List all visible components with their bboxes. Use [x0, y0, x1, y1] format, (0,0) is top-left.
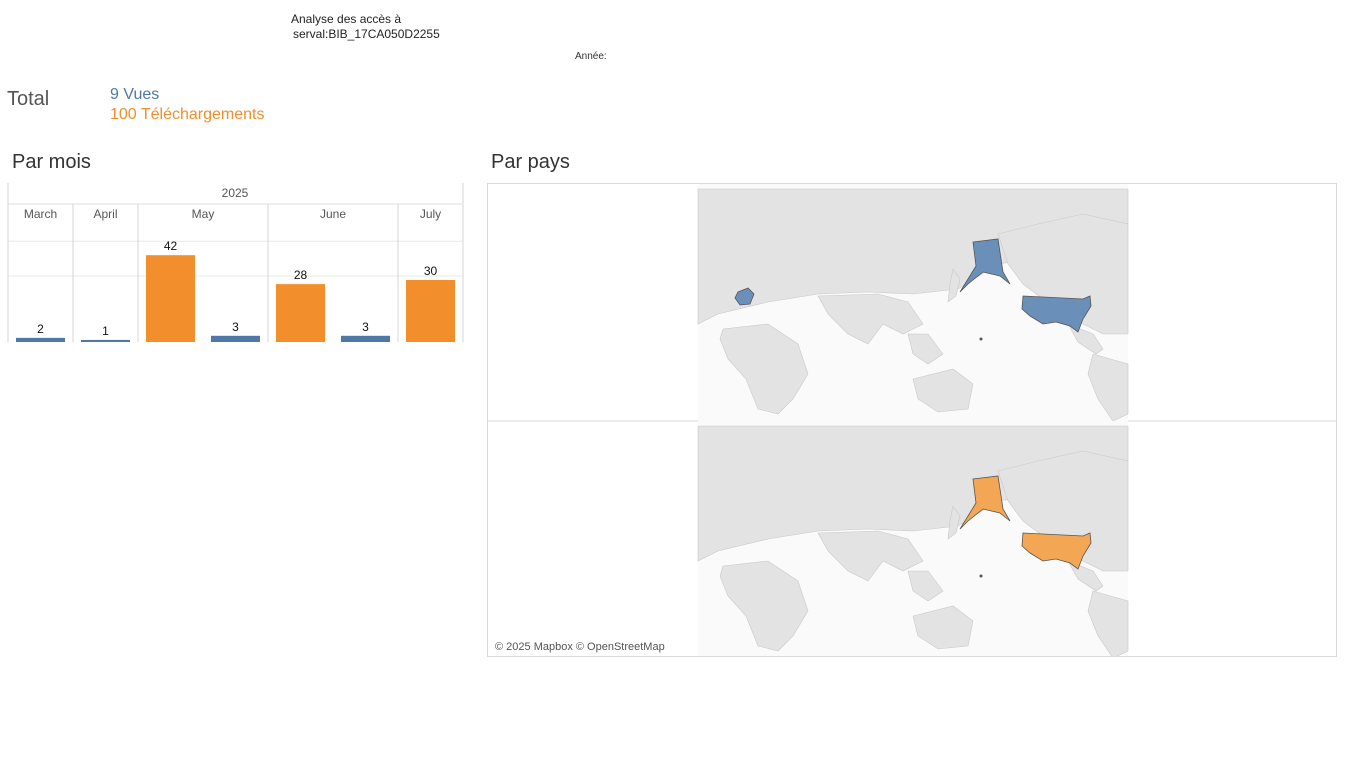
- page-title: Analyse des accès à serval:BIB_17CA050D2…: [291, 12, 440, 42]
- total-label: Total: [7, 88, 50, 110]
- map-attribution[interactable]: © 2025 Mapbox © OpenStreetMap: [495, 641, 665, 653]
- total-views-label: Vues: [123, 86, 160, 103]
- total-views-count: 9: [110, 86, 119, 103]
- country-maps[interactable]: [487, 183, 1337, 657]
- section-title-by-month: Par mois: [12, 151, 91, 173]
- month-label-may: May: [192, 207, 215, 221]
- data-label: 3: [232, 320, 239, 334]
- year-filter-label[interactable]: Année:: [575, 51, 607, 62]
- bar-downloads-june[interactable]: [276, 284, 325, 342]
- total-downloads: 100 Téléchargements: [110, 106, 264, 124]
- total-downloads-count: 100: [110, 106, 137, 123]
- map-panel-views[interactable]: [697, 184, 1129, 422]
- bar-views-june[interactable]: [341, 335, 390, 342]
- month-label-april: April: [93, 207, 117, 221]
- total-downloads-label: Téléchargements: [140, 106, 265, 123]
- country-map-svg[interactable]: [488, 184, 1337, 657]
- country-hawaii[interactable]: [979, 337, 983, 341]
- map-panel-downloads[interactable]: [697, 421, 1129, 657]
- data-label: 3: [362, 320, 369, 334]
- data-label: 1: [102, 324, 109, 338]
- page-title-line1: Analyse des accès à: [291, 12, 402, 26]
- world-map: [697, 184, 1129, 422]
- section-title-by-country: Par pays: [491, 151, 570, 173]
- world-map: [697, 421, 1129, 656]
- country-hawaii[interactable]: [979, 574, 983, 578]
- month-label-march: March: [24, 207, 57, 221]
- data-label: 28: [294, 268, 308, 282]
- data-label: 30: [424, 264, 438, 278]
- bar-views-may[interactable]: [211, 335, 260, 342]
- bar-views-april[interactable]: [81, 339, 130, 342]
- bar-downloads-july[interactable]: [406, 280, 455, 342]
- month-label-july: July: [420, 207, 441, 221]
- total-views: 9 Vues: [110, 86, 159, 104]
- bar-downloads-may[interactable]: [146, 255, 195, 342]
- page-title-line2: serval:BIB_17CA050D2255: [293, 27, 440, 41]
- year-header: 2025: [222, 186, 249, 200]
- month-label-june: June: [320, 207, 346, 221]
- monthly-bar-chart[interactable]: 2025 March 2 April 1 May 42 3 June 28 3 July 30: [0, 180, 470, 350]
- bar-views-march[interactable]: [16, 337, 65, 342]
- data-label: 2: [37, 322, 44, 336]
- data-label: 42: [164, 239, 178, 253]
